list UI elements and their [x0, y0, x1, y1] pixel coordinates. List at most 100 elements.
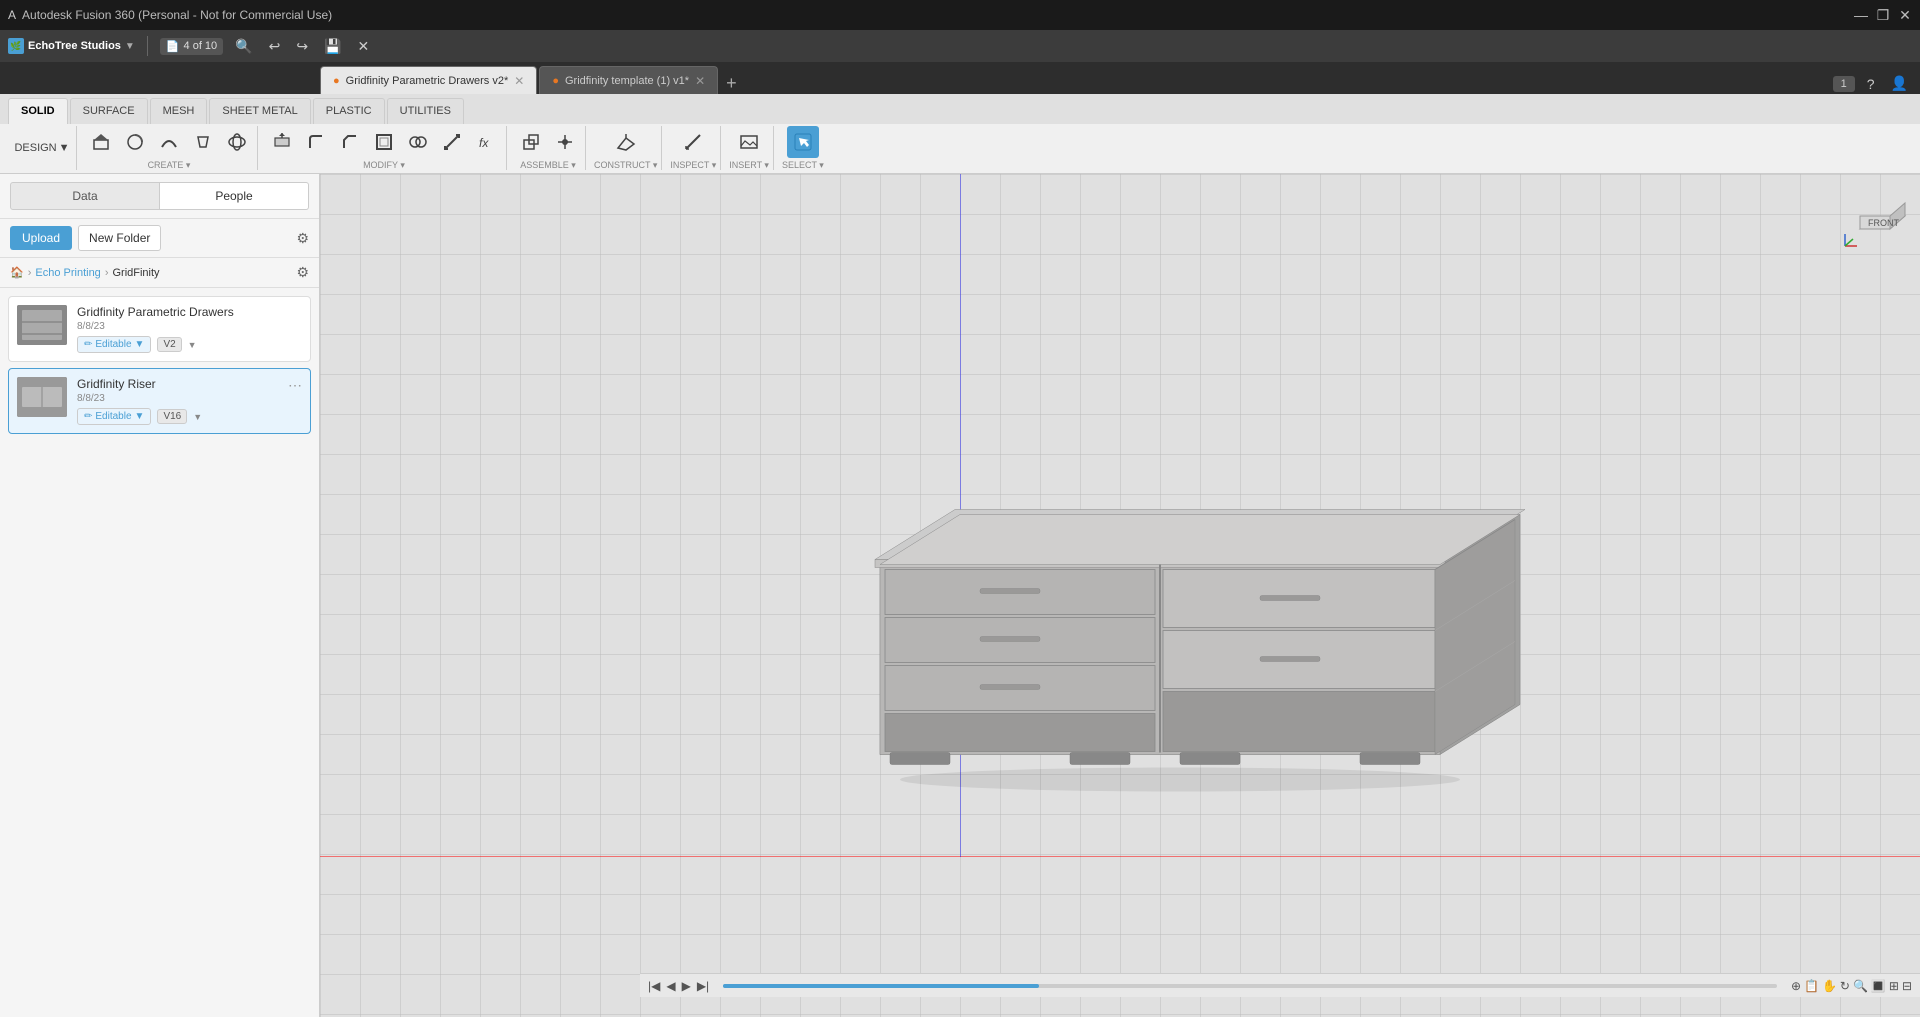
viewport-orient-button[interactable]: ⊕ — [1791, 979, 1801, 993]
brand-dropdown-icon[interactable]: ▼ — [125, 41, 135, 52]
viewport-grid-button[interactable]: ⊞ — [1889, 979, 1899, 993]
insert-image-button[interactable] — [733, 126, 765, 158]
upload-button[interactable]: Upload — [10, 226, 72, 250]
tab-close-2[interactable]: ✕ — [695, 74, 705, 88]
ttab-mesh[interactable]: MESH — [150, 98, 208, 124]
design-dropdown-button[interactable]: DESIGN ▼ — [12, 132, 72, 164]
item-menu-riser[interactable]: ⋯ — [288, 377, 302, 394]
assemble-buttons — [515, 126, 581, 158]
help-button[interactable]: ? — [1863, 74, 1879, 94]
modify-chamfer-button[interactable] — [334, 126, 366, 158]
modify-buttons: fx — [266, 126, 502, 158]
modify-combine-button[interactable] — [402, 126, 434, 158]
viewport[interactable]: FRONT |◀ ◀ ▶ ▶| ⊕ 📋 ✋ ↻ 🔍 🔳 — [320, 174, 1920, 1017]
design-label: DESIGN — [14, 142, 56, 154]
inspect-group-label: INSPECT ▾ — [670, 160, 716, 171]
sidebar-tab-data[interactable]: Data — [10, 182, 160, 210]
close-file-button[interactable]: ✕ — [354, 36, 374, 57]
playback-prev-button[interactable]: ◀ — [666, 979, 675, 993]
create-group-content: CREATE ▾ — [85, 126, 253, 171]
sidebar-tab-people[interactable]: People — [160, 182, 309, 210]
item-info-riser: Gridfinity Riser 8/8/23 ✏ Editable ▼ V16… — [77, 377, 278, 425]
version-arrow-riser[interactable]: ▼ — [193, 412, 202, 422]
ttab-sheet-metal[interactable]: SHEET METAL — [209, 98, 310, 124]
insert-group-label: INSERT ▾ — [729, 160, 769, 171]
create-revolve-button[interactable] — [119, 126, 151, 158]
sidebar-item-drawers[interactable]: Gridfinity Parametric Drawers 8/8/23 ✏ E… — [8, 296, 311, 362]
notification-button[interactable]: 1 — [1833, 76, 1855, 92]
ttab-utilities[interactable]: UTILITIES — [387, 98, 464, 124]
timeline-bar[interactable] — [723, 984, 1777, 988]
save-button[interactable]: 💾 — [320, 36, 345, 57]
ttab-plastic[interactable]: PLASTIC — [313, 98, 385, 124]
toolbar-tab-bar: SOLID SURFACE MESH SHEET METAL PLASTIC U… — [0, 94, 1920, 124]
breadcrumb-parent[interactable]: Echo Printing — [35, 267, 100, 279]
timeline-progress — [723, 984, 1039, 988]
modify-scale-button[interactable] — [436, 126, 468, 158]
assemble-new-component-button[interactable] — [515, 126, 547, 158]
create-sculpt-button[interactable] — [221, 126, 253, 158]
select-button[interactable] — [787, 126, 819, 158]
inspect-buttons — [677, 126, 709, 158]
modify-shell-button[interactable] — [368, 126, 400, 158]
viewport-pan-button[interactable]: 📋 — [1804, 979, 1819, 993]
item-name-drawers: Gridfinity Parametric Drawers — [77, 305, 302, 319]
close-button[interactable]: ✕ — [1898, 8, 1912, 22]
insert-buttons — [733, 126, 765, 158]
badge-arrow-2[interactable]: ▼ — [135, 411, 145, 422]
viewcube[interactable]: FRONT — [1840, 184, 1910, 254]
profile-button[interactable]: 👤 — [1887, 73, 1912, 94]
search-button[interactable]: 🔍 — [231, 36, 256, 57]
inspect-measure-button[interactable] — [677, 126, 709, 158]
maximize-button[interactable]: ❐ — [1876, 8, 1890, 22]
breadcrumb-settings-button[interactable]: ⚙ — [296, 264, 309, 281]
ttab-surface[interactable]: SURFACE — [70, 98, 148, 124]
file-counter: 📄 4 of 10 — [160, 38, 223, 55]
minimize-button[interactable]: — — [1854, 8, 1868, 22]
viewport-zoom-button[interactable]: ↻ — [1840, 979, 1850, 993]
construct-plane-button[interactable] — [610, 126, 642, 158]
modify-fillet-button[interactable] — [300, 126, 332, 158]
viewport-orbit-button[interactable]: ✋ — [1822, 979, 1837, 993]
badge-arrow[interactable]: ▼ — [135, 339, 145, 350]
assemble-joint-button[interactable] — [549, 126, 581, 158]
viewport-display-button[interactable]: 🔳 — [1871, 979, 1886, 993]
app-brand: 🌿 EchoTree Studios ▼ — [8, 38, 135, 54]
modify-group-content: fx MODIFY ▾ — [266, 126, 502, 171]
toolbar-group-inspect: INSPECT ▾ — [666, 126, 721, 170]
item-version-drawers[interactable]: V2 — [157, 337, 181, 352]
create-sweep-button[interactable] — [153, 126, 185, 158]
modify-fx-button[interactable]: fx — [470, 126, 502, 158]
sidebar-items-list: Gridfinity Parametric Drawers 8/8/23 ✏ E… — [0, 288, 319, 442]
item-version-riser[interactable]: V16 — [157, 409, 187, 424]
create-extrude-button[interactable] — [85, 126, 117, 158]
main-layout: Data People Upload New Folder ⚙ 🏠 › Echo… — [0, 174, 1920, 1017]
tab-gridfinity-drawers[interactable]: ● Gridfinity Parametric Drawers v2* ✕ — [320, 66, 537, 94]
tab-close-1[interactable]: ✕ — [514, 74, 524, 88]
playback-end-button[interactable]: ▶| — [697, 979, 709, 993]
sidebar-item-riser[interactable]: Gridfinity Riser 8/8/23 ✏ Editable ▼ V16… — [8, 368, 311, 434]
sidebar-settings-button[interactable]: ⚙ — [296, 230, 309, 247]
create-loft-button[interactable] — [187, 126, 219, 158]
playback-play-button[interactable]: ▶ — [682, 979, 691, 993]
item-name-riser: Gridfinity Riser — [77, 377, 278, 391]
home-icon[interactable]: 🏠 — [10, 266, 24, 279]
redo-button[interactable]: ↪ — [292, 36, 312, 57]
undo-button[interactable]: ↩ — [265, 36, 285, 57]
item-date-drawers: 8/8/23 — [77, 321, 302, 332]
assemble-group-content: ASSEMBLE ▾ — [515, 126, 581, 171]
new-folder-button[interactable]: New Folder — [78, 225, 161, 251]
viewport-more-button[interactable]: ⊟ — [1902, 979, 1912, 993]
modify-press-pull-button[interactable] — [266, 126, 298, 158]
ttab-solid[interactable]: SOLID — [8, 98, 68, 124]
viewport-fit-button[interactable]: 🔍 — [1853, 979, 1868, 993]
tab-icon: ● — [333, 75, 340, 87]
version-arrow-drawers[interactable]: ▼ — [188, 340, 197, 350]
insert-group-content: INSERT ▾ — [729, 126, 769, 171]
sidebar-actions: Upload New Folder ⚙ — [0, 219, 319, 258]
add-tab-button[interactable]: + — [720, 73, 743, 94]
tab-gridfinity-template[interactable]: ● Gridfinity template (1) v1* ✕ — [539, 66, 718, 94]
playback-start-button[interactable]: |◀ — [648, 979, 660, 993]
breadcrumb: 🏠 › Echo Printing › GridFinity ⚙ — [0, 258, 319, 288]
breadcrumb-sep-1: › — [28, 267, 32, 279]
